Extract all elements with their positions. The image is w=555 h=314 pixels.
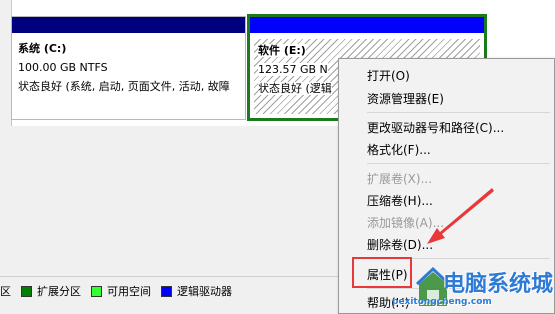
partition-c-bar — [12, 17, 245, 33]
legend-label-cutoff: 区 — [0, 285, 11, 298]
partition-c[interactable]: 系统 (C:) 100.00 GB NTFS 状态良好 (系统, 启动, 页面文… — [11, 16, 246, 120]
logical-drive-swatch-icon — [161, 285, 172, 297]
legend-item-cutoff: 区 — [0, 283, 11, 299]
legend-item-extended: 扩展分区 — [21, 283, 81, 299]
legend-item-logical: 逻辑驱动器 — [161, 283, 232, 299]
watermark-url: pexitongcheng.com — [392, 297, 492, 307]
menu-item-explorer[interactable]: 资源管理器(E) — [367, 90, 444, 107]
menu-item-delete-volume[interactable]: 删除卷(D)... — [367, 236, 433, 253]
extended-partition-swatch-icon — [21, 285, 32, 297]
menu-item-extend-volume: 扩展卷(X)... — [367, 172, 433, 186]
free-space-swatch-icon — [91, 285, 102, 297]
menu-separator — [367, 163, 550, 164]
menu-item-shrink-volume[interactable]: 压缩卷(H)... — [367, 192, 433, 209]
menu-item-open[interactable]: 打开(O) — [367, 67, 410, 84]
legend-item-free: 可用空间 — [91, 283, 151, 299]
watermark-title: 电脑系统城 — [443, 272, 554, 297]
partition-e-bar — [250, 17, 484, 33]
legend-label-extended: 扩展分区 — [37, 285, 81, 298]
menu-item-add-mirror: 添加镜像(A)... — [367, 216, 445, 230]
legend-label-logical: 逻辑驱动器 — [177, 285, 232, 298]
partition-e-name: 软件 (E:) — [258, 44, 306, 57]
partition-c-name: 系统 (C:) — [18, 42, 67, 55]
menu-item-change-letter[interactable]: 更改驱动器号和路径(C)... — [367, 119, 504, 136]
legend-label-free: 可用空间 — [107, 285, 151, 298]
partition-c-status: 状态良好 (系统, 启动, 页面文件, 活动, 故障 — [18, 80, 230, 93]
menu-item-properties[interactable]: 属性(P) — [367, 266, 408, 283]
partition-c-size: 100.00 GB NTFS — [18, 61, 108, 74]
menu-separator — [367, 112, 550, 113]
partition-e-size: 123.57 GB N — [258, 63, 328, 76]
menu-item-format[interactable]: 格式化(F)... — [367, 141, 431, 158]
partition-e-status: 状态良好 (逻辑 — [258, 82, 332, 95]
menu-separator — [367, 258, 550, 259]
